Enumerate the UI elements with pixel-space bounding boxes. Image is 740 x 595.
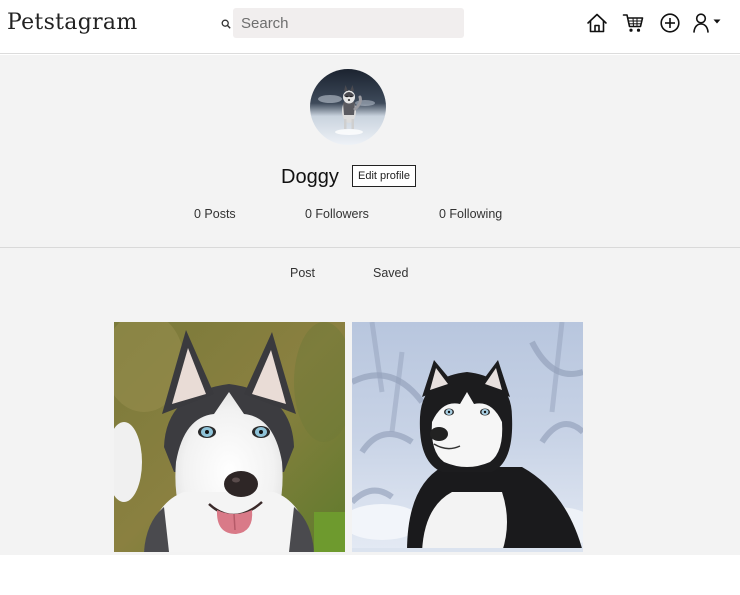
edit-profile-button[interactable]: Edit profile bbox=[352, 165, 416, 187]
post-thumbnail[interactable] bbox=[114, 322, 345, 552]
top-navbar: Petstagram bbox=[0, 0, 740, 54]
followers-count[interactable]: 0 Followers bbox=[305, 207, 369, 221]
husky-snow-image bbox=[352, 322, 583, 552]
home-icon[interactable] bbox=[586, 12, 608, 34]
user-menu[interactable] bbox=[692, 12, 724, 34]
search-input[interactable] bbox=[233, 8, 464, 38]
tab-saved[interactable]: Saved bbox=[373, 266, 408, 280]
add-icon[interactable] bbox=[659, 12, 681, 34]
cart-icon[interactable] bbox=[622, 12, 644, 34]
search-icon bbox=[221, 19, 231, 29]
user-icon bbox=[693, 13, 709, 33]
profile-avatar[interactable] bbox=[310, 69, 386, 145]
profile-divider bbox=[0, 247, 740, 248]
caret-down-icon bbox=[713, 19, 721, 24]
app-logo[interactable]: Petstagram bbox=[7, 10, 138, 35]
tab-post[interactable]: Post bbox=[290, 266, 315, 280]
husky-portrait-image bbox=[114, 322, 345, 552]
following-count[interactable]: 0 Following bbox=[439, 207, 502, 221]
post-thumbnail[interactable] bbox=[352, 322, 583, 552]
posts-count[interactable]: 0 Posts bbox=[194, 207, 236, 221]
profile-page: Doggy Edit profile 0 Posts 0 Followers 0… bbox=[0, 55, 740, 555]
husky-snow-avatar-image bbox=[310, 69, 386, 145]
profile-username: Doggy bbox=[281, 166, 339, 188]
